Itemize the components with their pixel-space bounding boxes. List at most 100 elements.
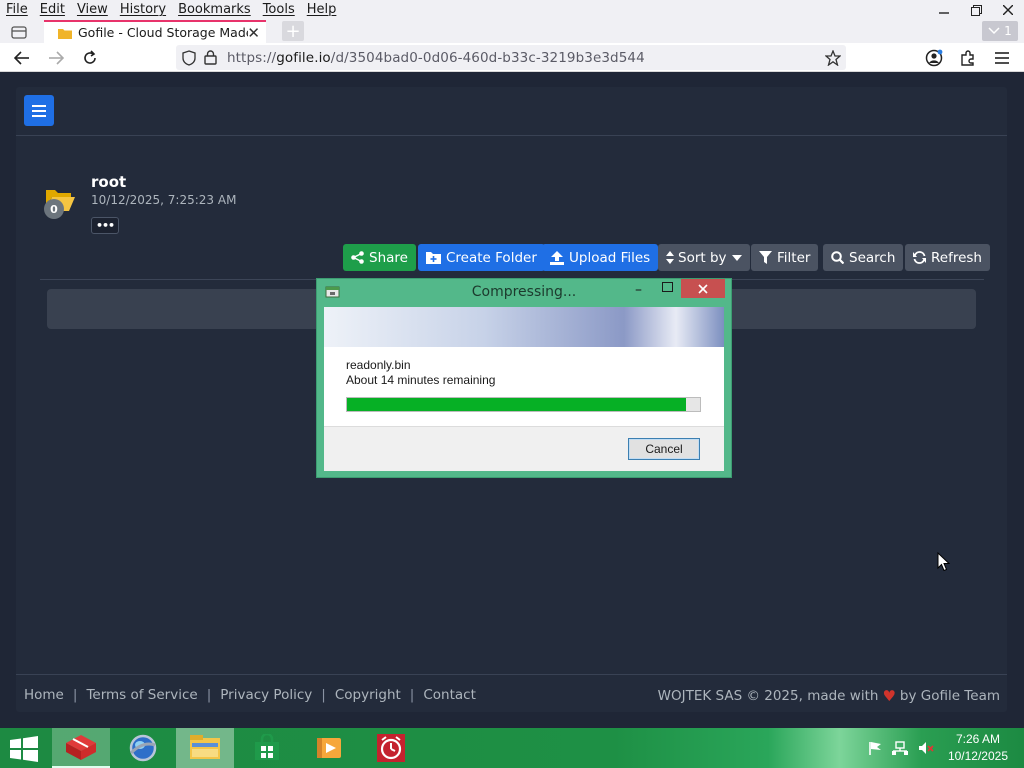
chevron-down-icon [988, 27, 1000, 35]
speaker-muted-icon[interactable] [918, 741, 934, 755]
footer-link-terms[interactable]: Terms of Service [86, 687, 197, 703]
menu-bar: File Edit View History Bookmarks Tools H… [0, 0, 342, 20]
menu-edit[interactable]: Edit [34, 0, 71, 20]
tab-title: Gofile - Cloud Storage Made Sir [78, 25, 248, 40]
menu-bookmarks[interactable]: Bookmarks [172, 0, 257, 20]
hamburger-menu-icon [995, 52, 1009, 64]
share-button[interactable]: Share [343, 244, 416, 271]
filter-button[interactable]: Filter [751, 244, 819, 271]
action-center-flag-icon[interactable] [868, 741, 882, 755]
windows-logo-icon [10, 736, 38, 762]
heart-icon: ♥ [882, 687, 896, 705]
header-divider [16, 135, 1007, 136]
footer-links: Home | Terms of Service | Privacy Policy | … [24, 687, 476, 703]
clock-date: 10/12/2025 [947, 749, 1008, 763]
compressing-dialog: Compressing... – readonly.bin About 14 m… [316, 278, 732, 478]
back-button[interactable] [11, 47, 33, 69]
new-tab-button[interactable]: + [282, 21, 304, 42]
tab-list-icon [11, 26, 27, 39]
account-icon [925, 49, 943, 67]
upload-files-button[interactable]: Upload Files [542, 244, 659, 271]
search-label: Search [849, 249, 896, 266]
minimize-window-button[interactable] [928, 0, 960, 20]
footer-link-contact[interactable]: Contact [423, 687, 476, 703]
tab-close-icon[interactable]: ✕ [247, 24, 260, 42]
account-button[interactable] [923, 47, 945, 69]
restore-window-button[interactable] [960, 0, 992, 20]
taskbar-app-alarm-clock[interactable] [362, 728, 420, 768]
folder-options-button[interactable]: ••• [91, 217, 119, 234]
shield-icon [182, 49, 196, 66]
filter-label: Filter [777, 249, 811, 266]
arrow-left-icon [14, 51, 29, 65]
menu-help[interactable]: Help [301, 0, 343, 20]
folder-date: 10/12/2025, 7:25:23 AM [91, 193, 237, 207]
minimize-icon [939, 12, 949, 14]
footer-separator: | [206, 687, 212, 703]
tab-count-button[interactable]: 1 [982, 21, 1018, 41]
footer-link-home[interactable]: Home [24, 687, 64, 703]
network-icon[interactable] [891, 741, 908, 755]
tab-count: 1 [1004, 24, 1012, 38]
dialog-maximize-button[interactable] [662, 282, 673, 292]
file-explorer-icon [190, 735, 220, 759]
address-bar[interactable]: https://gofile.io/d/3504bad0-0d06-460d-b… [176, 45, 846, 70]
sort-by-button[interactable]: Sort by [658, 244, 750, 271]
refresh-button[interactable]: Refresh [905, 244, 990, 271]
copyright-prefix: WOJTEK SAS © 2025, made with [657, 688, 879, 704]
forward-button[interactable] [45, 47, 67, 69]
refresh-label: Refresh [931, 249, 982, 266]
compress-progress-bar [346, 397, 701, 412]
menu-tools[interactable]: Tools [257, 0, 301, 20]
cancel-button[interactable]: Cancel [628, 438, 700, 460]
search-button[interactable]: Search [823, 244, 904, 271]
footer-link-copyright[interactable]: Copyright [335, 687, 401, 703]
puzzle-icon [961, 50, 974, 66]
footer-separator: | [321, 687, 326, 703]
footer-link-privacy[interactable]: Privacy Policy [220, 687, 312, 703]
footer-separator: | [72, 687, 78, 703]
upload-icon [550, 250, 564, 265]
dialog-titlebar[interactable]: Compressing... – [317, 279, 731, 306]
reload-button[interactable] [79, 47, 101, 69]
app-menu-button[interactable] [991, 47, 1013, 69]
footer-copyright: WOJTEK SAS © 2025, made with ♥ by Gofile… [658, 687, 1000, 705]
close-window-button[interactable] [992, 0, 1024, 20]
dialog-banner [324, 307, 724, 347]
copyright-suffix: by Gofile Team [899, 688, 1000, 704]
dialog-body: readonly.bin About 14 minutes remaining … [324, 307, 724, 471]
extensions-button[interactable] [957, 47, 979, 69]
arrow-right-icon [49, 51, 64, 65]
folder-name: root [91, 173, 127, 191]
start-button[interactable] [10, 736, 38, 766]
taskbar-app-archiver[interactable] [52, 728, 110, 768]
create-folder-button[interactable]: Create Folder [418, 244, 545, 271]
share-icon [351, 251, 364, 264]
taskbar-clock[interactable]: 7:26 AM 10/12/2025 [948, 731, 1008, 765]
menu-history[interactable]: History [114, 0, 172, 20]
taskbar-app-file-explorer[interactable] [176, 728, 234, 768]
refresh-icon [913, 251, 926, 264]
file-count-badge: 0 [44, 199, 64, 219]
taskbar-app-media-player[interactable] [300, 728, 358, 768]
dialog-minimize-button[interactable]: – [635, 282, 642, 298]
sidebar-toggle-button[interactable] [24, 95, 54, 126]
close-icon [1003, 5, 1013, 15]
taskbar-app-store[interactable] [238, 728, 296, 768]
dialog-close-button[interactable] [681, 279, 725, 298]
url-domain: gofile.io [276, 49, 331, 66]
tab-list-button[interactable] [8, 22, 30, 42]
tab-gofile[interactable]: Gofile - Cloud Storage Made Sir ✕ [44, 20, 266, 43]
taskbar-app-browser[interactable] [114, 728, 172, 768]
menu-file[interactable]: File [0, 0, 34, 20]
mouse-cursor-icon [937, 552, 950, 572]
filter-icon [759, 251, 772, 264]
media-player-icon [317, 738, 341, 758]
progress-fill [347, 398, 686, 411]
bookmark-star-icon[interactable] [825, 49, 841, 66]
window-controls [928, 0, 1024, 20]
red-box-app-icon [66, 735, 96, 760]
menu-view[interactable]: View [71, 0, 114, 20]
sort-by-label: Sort by [678, 249, 727, 266]
url-prefix: https:// [227, 49, 277, 66]
